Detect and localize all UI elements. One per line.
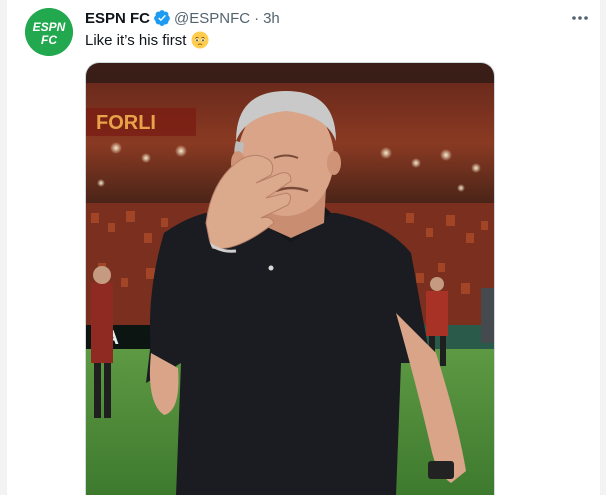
espn-fc-logo-icon: ESPN FC	[25, 8, 73, 56]
banner-text-left: FORLI	[96, 112, 156, 134]
tweet-card[interactable]: ESPN FC ESPN FC @ESPNFC · 3h Like it’s h…	[6, 0, 601, 495]
face-holding-back-tears-icon	[191, 31, 209, 49]
logo-line-1: ESPN	[33, 20, 66, 34]
separator-dot: ·	[254, 9, 260, 27]
verified-badge-icon	[154, 10, 170, 26]
tweet-text: Like it’s his first	[85, 31, 187, 49]
tweet-header: ESPN FC @ESPNFC · 3h	[85, 8, 280, 28]
author-handle[interactable]: @ESPNFC	[174, 10, 250, 27]
avatar[interactable]: ESPN FC	[25, 8, 73, 56]
more-options-button[interactable]	[569, 8, 591, 28]
logo-line-2: FC	[41, 33, 57, 47]
crying-man-photo-icon: FORLI NA	[86, 63, 494, 495]
timestamp[interactable]: 3h	[263, 10, 280, 27]
more-options-icon	[572, 16, 588, 20]
author-name[interactable]: ESPN FC	[85, 10, 150, 27]
tweet-text-row: Like it’s his first	[85, 30, 209, 50]
tweet-photo[interactable]: FORLI NA	[85, 62, 495, 495]
